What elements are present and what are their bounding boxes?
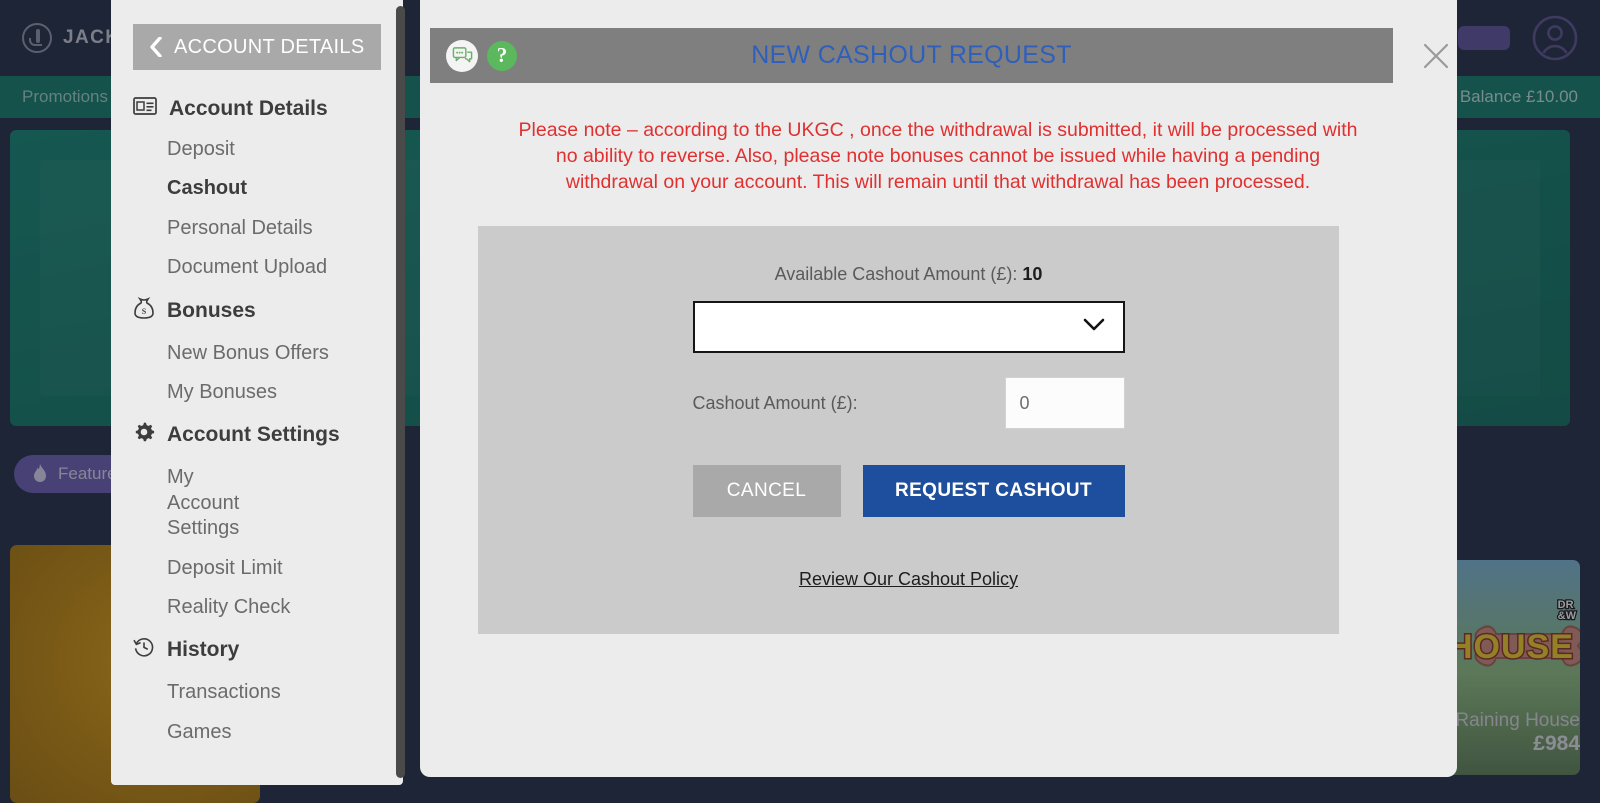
sidebar-group-label: Account Details	[169, 97, 328, 120]
sidebar-item-reality-check[interactable]: Reality Check	[111, 588, 403, 627]
money-bag-icon: S	[133, 296, 155, 325]
sidebar-group-label: History	[167, 638, 240, 662]
cashout-form-panel: Available Cashout Amount (£): 10 Cashout…	[478, 226, 1339, 634]
sidebar-item-personal-details[interactable]: Personal Details	[111, 209, 403, 248]
chevron-down-icon	[1083, 318, 1105, 337]
sidebar-group-account-settings[interactable]: Account Settings	[111, 412, 403, 458]
page-root: JACKIE JACKPOT Promotions Balance £10.00	[0, 0, 1600, 803]
clock-history-icon	[133, 636, 155, 664]
sidebar-item-deposit[interactable]: Deposit	[111, 130, 403, 169]
sidebar-nav: Account Details Deposit Cashout Personal…	[111, 88, 403, 752]
sidebar-back-label: ACCOUNT DETAILS	[174, 35, 365, 58]
cashout-button-row: CANCEL REQUEST CASHOUT	[692, 465, 1125, 517]
close-icon[interactable]	[1420, 40, 1452, 72]
cashout-modal: ? NEW CASHOUT REQUEST Please note – acco…	[420, 0, 1457, 777]
request-cashout-button[interactable]: REQUEST CASHOUT	[862, 465, 1125, 517]
cashout-amount-row: Cashout Amount (£):	[693, 377, 1125, 429]
available-amount-label: Available Cashout Amount (£):	[774, 264, 1018, 284]
svg-text:S: S	[142, 307, 147, 316]
sidebar-group-bonuses[interactable]: S Bonuses	[111, 288, 403, 334]
cashout-policy-link[interactable]: Review Our Cashout Policy	[478, 569, 1339, 590]
cashout-amount-input[interactable]	[1004, 377, 1125, 429]
available-amount-value: 10	[1022, 264, 1043, 284]
gear-icon	[133, 421, 155, 449]
sidebar-item-games[interactable]: Games	[111, 713, 403, 752]
sidebar-group-account-details[interactable]: Account Details	[111, 88, 403, 130]
sidebar-item-document-upload[interactable]: Document Upload	[111, 248, 403, 287]
sidebar-back-button[interactable]: ACCOUNT DETAILS	[133, 24, 381, 70]
sidebar-item-cashout[interactable]: Cashout	[111, 169, 403, 208]
sidebar-item-deposit-limit[interactable]: Deposit Limit	[111, 549, 403, 588]
sidebar-item-my-account-settings[interactable]: My Account Settings	[111, 458, 261, 548]
cancel-button[interactable]: CANCEL	[692, 465, 841, 517]
sidebar-group-history[interactable]: History	[111, 627, 403, 673]
sidebar-item-new-bonus-offers[interactable]: New Bonus Offers	[111, 334, 403, 373]
cashout-amount-label: Cashout Amount (£):	[692, 392, 858, 413]
modal-title: NEW CASHOUT REQUEST	[751, 41, 1072, 69]
modal-header: ? NEW CASHOUT REQUEST	[430, 28, 1393, 83]
chat-bubble-icon[interactable]	[446, 39, 478, 72]
account-sidebar: ACCOUNT DETAILS Account Details Deposit …	[111, 0, 403, 785]
sidebar-group-label: Bonuses	[167, 298, 256, 322]
sidebar-group-label: Account Settings	[167, 423, 340, 447]
withdrawal-warning-text: Please note – according to the UKGC , on…	[518, 119, 1358, 193]
chevron-left-icon	[149, 36, 162, 58]
available-amount-row: Available Cashout Amount (£): 10	[478, 226, 1339, 285]
cashout-method-select[interactable]	[692, 301, 1125, 353]
sidebar-item-transactions[interactable]: Transactions	[111, 673, 403, 712]
sidebar-scrollbar[interactable]	[396, 6, 405, 778]
modal-header-icons: ?	[446, 39, 517, 72]
sidebar-item-my-bonuses[interactable]: My Bonuses	[111, 373, 403, 412]
id-card-icon	[133, 97, 157, 121]
question-mark-icon[interactable]: ?	[487, 40, 517, 71]
